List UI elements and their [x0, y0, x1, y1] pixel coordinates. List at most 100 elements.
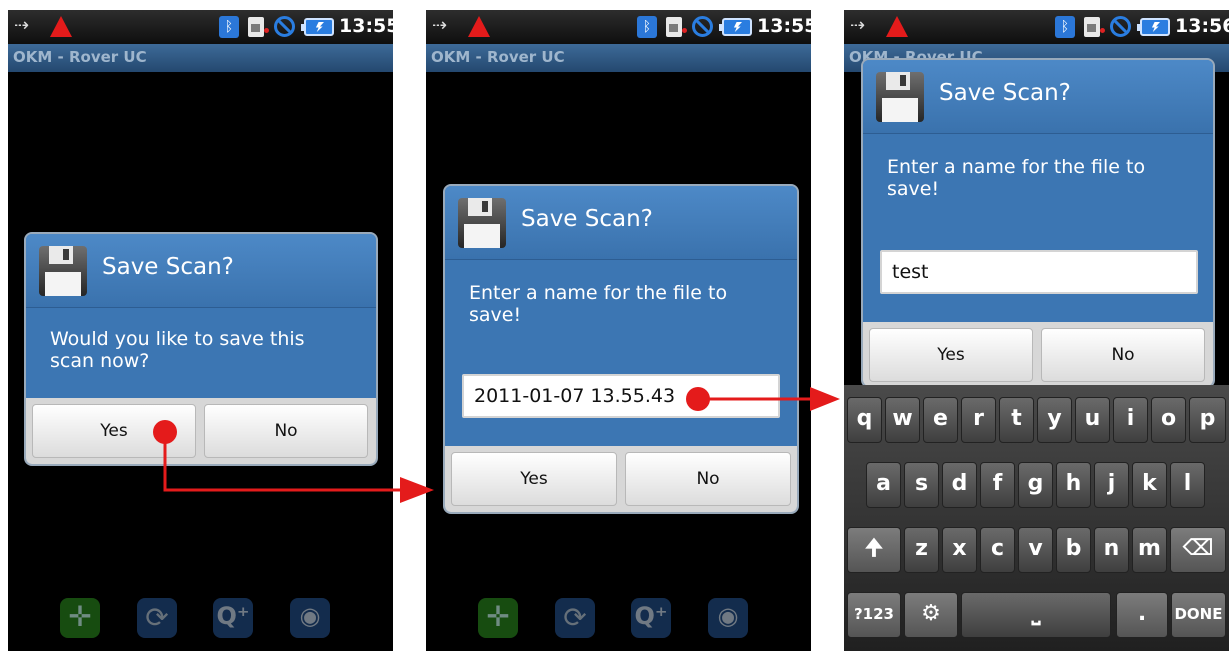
save-scan-dialog: Save Scan? Would you like to save this s…: [24, 232, 378, 466]
yes-button[interactable]: Yes: [32, 404, 196, 458]
settings-key[interactable]: ⚙: [904, 592, 958, 638]
sd-card-icon: [248, 17, 264, 37]
yes-button[interactable]: Yes: [869, 328, 1033, 382]
dialog-header: Save Scan?: [863, 60, 1213, 134]
arrow-head-2: [810, 387, 840, 411]
key-d[interactable]: d: [942, 462, 977, 508]
no-signal-icon: [692, 16, 713, 37]
key-h[interactable]: h: [1056, 462, 1091, 508]
key-u[interactable]: u: [1075, 397, 1110, 443]
key-s[interactable]: s: [904, 462, 939, 508]
key-m[interactable]: m: [1132, 527, 1167, 573]
key-o[interactable]: o: [1151, 397, 1186, 443]
no-button[interactable]: No: [1041, 328, 1205, 382]
bluetooth-icon: ᛒ: [219, 16, 239, 38]
yes-button[interactable]: Yes: [451, 452, 617, 506]
move-icon[interactable]: [60, 598, 100, 638]
key-z[interactable]: z: [904, 527, 939, 573]
dialog-message: Would you like to save this scan now?: [50, 328, 305, 372]
key-v[interactable]: v: [1018, 527, 1053, 573]
usb-icon: ⇢: [432, 15, 448, 36]
status-bar: ⇢ ᛒ 13:55: [426, 10, 811, 44]
key-w[interactable]: w: [885, 397, 920, 443]
filename-value: 2011-01-07 13.55.43: [474, 385, 676, 407]
key-n[interactable]: n: [1094, 527, 1129, 573]
status-bar: ⇢ ᛒ 13:56: [844, 10, 1229, 44]
key-x[interactable]: x: [942, 527, 977, 573]
key-e[interactable]: e: [923, 397, 958, 443]
no-button[interactable]: No: [625, 452, 791, 506]
key-q[interactable]: q: [847, 397, 882, 443]
bluetooth-icon: ᛒ: [637, 16, 657, 38]
key-k[interactable]: k: [1132, 462, 1167, 508]
usb-icon: ⇢: [14, 15, 30, 36]
key-j[interactable]: j: [1094, 462, 1129, 508]
status-bar: ⇢ ᛒ 13:55: [8, 10, 393, 44]
backspace-key[interactable]: ⌫: [1170, 527, 1226, 573]
dialog-title: Save Scan?: [521, 206, 653, 232]
key-t[interactable]: t: [999, 397, 1034, 443]
floppy-disk-icon: [39, 246, 87, 296]
dialog-header: Save Scan?: [445, 186, 797, 260]
dialog-button-bar: Yes No: [26, 398, 376, 464]
status-time: 13:56: [1175, 15, 1229, 37]
dialog-title: Save Scan?: [939, 80, 1071, 106]
zoom-in-icon[interactable]: [631, 598, 671, 638]
no-signal-icon: [1110, 16, 1131, 37]
dialog-title: Save Scan?: [102, 254, 234, 280]
no-button[interactable]: No: [204, 404, 368, 458]
space-key[interactable]: ⎵: [961, 592, 1111, 638]
warning-icon: [50, 16, 72, 37]
rotate-icon[interactable]: [555, 598, 595, 638]
sd-card-icon: [666, 17, 682, 37]
dialog-button-bar: Yes No: [863, 322, 1213, 386]
key-y[interactable]: y: [1037, 397, 1072, 443]
dialog-message: Enter a name for the file to save!: [469, 282, 728, 326]
key-a[interactable]: a: [866, 462, 901, 508]
phone-screen-confirm: ⇢ ᛒ 13:55 OKM - Rover UC Save Scan? Woul…: [8, 10, 393, 651]
key-p[interactable]: p: [1189, 397, 1226, 443]
shift-key[interactable]: 🠉: [847, 527, 901, 573]
phone-screen-name-entry: ⇢ ᛒ 13:55 OKM - Rover UC Save Scan? Ente…: [426, 10, 811, 651]
floppy-disk-icon: [876, 72, 924, 122]
app-title-bar: OKM - Rover UC: [8, 44, 393, 72]
sd-card-icon: [1084, 17, 1100, 37]
filename-input[interactable]: test: [880, 250, 1198, 294]
key-f[interactable]: f: [980, 462, 1015, 508]
no-signal-icon: [274, 16, 295, 37]
move-icon[interactable]: [478, 598, 518, 638]
period-key[interactable]: .: [1116, 592, 1168, 638]
key-r[interactable]: r: [961, 397, 996, 443]
notification-dot-icon: [264, 28, 269, 33]
dialog-header: Save Scan?: [26, 234, 376, 308]
view-icon[interactable]: [290, 598, 330, 638]
notification-dot-icon: [682, 28, 687, 33]
key-b[interactable]: b: [1056, 527, 1091, 573]
gear-icon: ⚙: [921, 601, 941, 626]
app-title: OKM - Rover UC: [431, 48, 565, 66]
key-i[interactable]: i: [1113, 397, 1148, 443]
battery-icon: [301, 18, 334, 36]
zoom-in-icon[interactable]: [213, 598, 253, 638]
rotate-icon[interactable]: [137, 598, 177, 638]
filename-value: test: [892, 261, 929, 283]
soft-keyboard: q w e r t y u i o p a s d f g h j k l 🠉 …: [844, 385, 1229, 651]
bluetooth-icon: ᛒ: [1055, 16, 1075, 38]
battery-icon: [1137, 18, 1170, 36]
key-c[interactable]: c: [980, 527, 1015, 573]
key-g[interactable]: g: [1018, 462, 1053, 508]
backspace-icon: ⌫: [1182, 536, 1214, 561]
view-icon[interactable]: [708, 598, 748, 638]
app-title: OKM - Rover UC: [13, 48, 147, 66]
phone-screen-keyboard: ⇢ ᛒ 13:56 OKM - Rover UC Save Scan? Ente…: [844, 10, 1229, 651]
symbols-key[interactable]: ?123: [847, 592, 901, 638]
dialog-button-bar: Yes No: [445, 446, 797, 512]
filename-input[interactable]: 2011-01-07 13.55.43: [462, 374, 780, 418]
app-title-bar: OKM - Rover UC: [426, 44, 811, 72]
space-bar-icon: ⎵: [1031, 601, 1041, 626]
key-l[interactable]: l: [1170, 462, 1205, 508]
warning-icon: [468, 16, 490, 37]
done-key[interactable]: DONE: [1171, 592, 1226, 638]
shift-arrow-icon: 🠉: [864, 536, 884, 561]
battery-icon: [719, 18, 752, 36]
